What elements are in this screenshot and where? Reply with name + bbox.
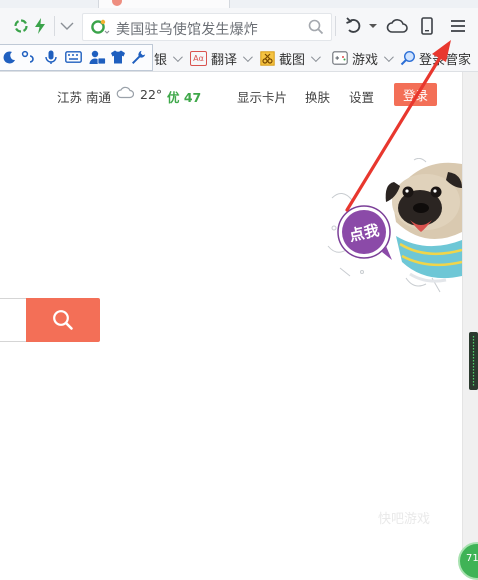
- skin-shirt-icon[interactable]: [110, 48, 126, 66]
- air-quality-index[interactable]: 优 47: [167, 87, 201, 106]
- bookmark-label: 登录管家: [419, 52, 472, 68]
- homepage-search-input[interactable]: [0, 298, 27, 342]
- refresh-icon[interactable]: [12, 17, 30, 35]
- chevron-down-icon: [242, 51, 253, 62]
- bookmark-item-login-manager[interactable]: 登录管家: [400, 49, 472, 68]
- pug-mascot-image[interactable]: 点我: [322, 157, 463, 308]
- screenshot-scissors-icon: [260, 50, 275, 66]
- bookmark-item-screenshot[interactable]: 截图: [260, 49, 321, 68]
- toolbar-divider: [54, 16, 55, 36]
- tab-active-edge[interactable]: [98, 0, 230, 8]
- bookmark-label: 截图: [279, 52, 306, 68]
- night-mode-icon[interactable]: [2, 48, 16, 66]
- user-badge-icon[interactable]: [88, 48, 106, 66]
- bookmarks-bar: 银 Aα 翻译 截图 游戏 登录管家: [0, 44, 478, 72]
- link-show-cards[interactable]: 显示卡片: [237, 87, 287, 106]
- bookmark-item-translate[interactable]: Aα 翻译: [190, 49, 253, 68]
- microphone-icon[interactable]: [44, 48, 58, 66]
- watermark: 快吧游戏: [378, 512, 431, 527]
- bookmark-label: 银: [154, 52, 168, 68]
- floating-widget-badge[interactable]: 71: [458, 542, 478, 580]
- bookmark-item-games[interactable]: 游戏: [332, 49, 394, 68]
- homepage-search-button[interactable]: [26, 298, 100, 342]
- speed-boost-icon[interactable]: [32, 17, 48, 35]
- search-icon: [53, 310, 73, 330]
- translate-icon: Aα: [190, 50, 207, 66]
- bookmark-item-partial[interactable]: 银: [154, 49, 183, 68]
- weather-degree-icon[interactable]: [20, 48, 36, 66]
- search-engine-logo-icon[interactable]: [90, 18, 112, 36]
- browser-toolbar: 美国驻乌使馆发生爆炸: [0, 8, 478, 45]
- keyboard-icon[interactable]: [64, 48, 82, 66]
- game-controller-icon: [332, 51, 348, 65]
- address-bar[interactable]: 美国驻乌使馆发生爆炸: [82, 13, 332, 41]
- chevron-down-icon: [172, 51, 183, 62]
- main-menu-icon[interactable]: [448, 17, 468, 35]
- bookmark-label: 游戏: [352, 52, 379, 68]
- extension-strip: [0, 44, 153, 71]
- cloud-sync-icon[interactable]: [385, 17, 409, 35]
- search-icon[interactable]: [307, 18, 325, 36]
- scrollbar-thumb[interactable]: [469, 332, 478, 390]
- bookmark-label: 翻译: [211, 52, 238, 68]
- link-change-skin[interactable]: 换肤: [305, 87, 330, 106]
- tab-favicon-icon: [112, 0, 122, 6]
- login-button[interactable]: 登录: [394, 83, 437, 106]
- link-settings[interactable]: 设置: [349, 87, 374, 106]
- chevron-down-icon: [310, 51, 321, 62]
- tools-wrench-icon[interactable]: [130, 48, 146, 66]
- undo-dropdown-caret-icon[interactable]: [368, 17, 378, 35]
- search-key-icon: [400, 50, 416, 66]
- history-dropdown-chevron-icon[interactable]: [58, 17, 76, 35]
- mobile-sync-icon[interactable]: [418, 17, 436, 35]
- weather-temperature[interactable]: 22°: [140, 87, 162, 102]
- badge-count: 71: [466, 553, 478, 564]
- page-content: 江苏 南通 22° 优 47 显示卡片 换肤 设置 登录 点我 快吧游戏 71: [0, 72, 478, 580]
- weather-location[interactable]: 江苏 南通: [57, 87, 111, 106]
- chevron-down-icon: [383, 51, 394, 62]
- address-input[interactable]: 美国驻乌使馆发生爆炸: [116, 19, 258, 39]
- undo-close-tab-icon[interactable]: [344, 17, 364, 35]
- vertical-scrollbar[interactable]: [462, 72, 478, 564]
- toolbar-divider: [335, 16, 336, 36]
- cloud-weather-icon[interactable]: [116, 85, 135, 102]
